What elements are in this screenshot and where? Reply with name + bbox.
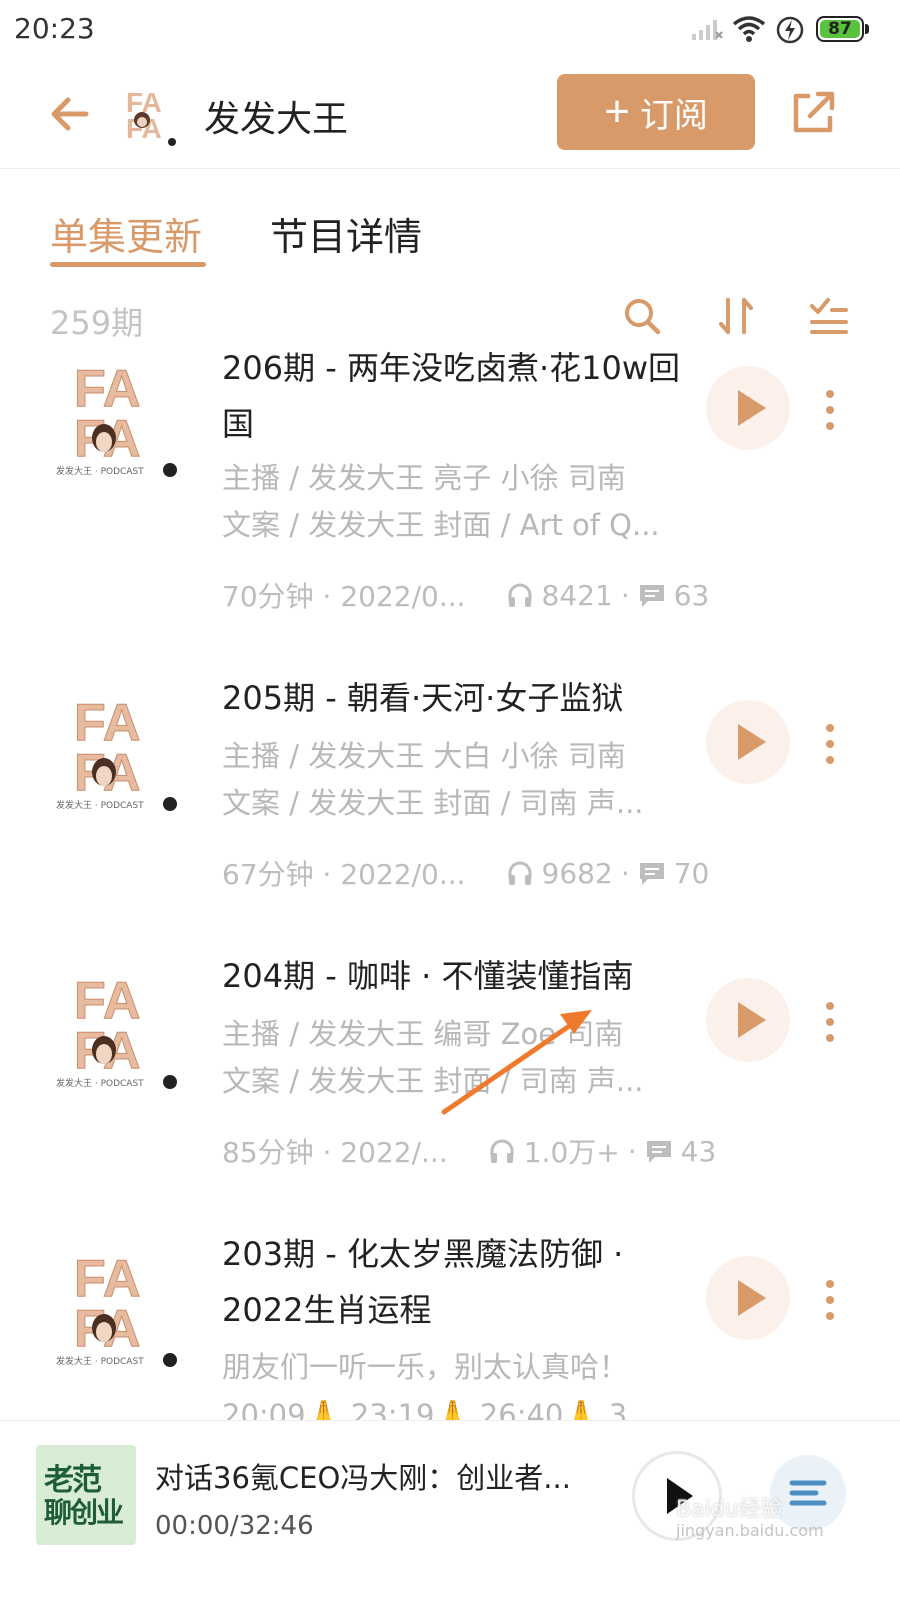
episode-title[interactable]: 203期 - 化太岁黑魔法防御 · 2022生肖运程 bbox=[222, 1226, 682, 1338]
sort-icon[interactable] bbox=[714, 294, 758, 338]
episode-duration-date: 67分钟 · 2022/0... bbox=[222, 858, 466, 891]
podcast-logo: FA FA bbox=[116, 82, 182, 148]
wifi-icon bbox=[732, 16, 766, 42]
episode-comments: 63 bbox=[673, 578, 710, 612]
episode-desc-line2: 文案 / 发发大王 封面 / 司南 声... bbox=[222, 786, 644, 820]
charging-icon bbox=[776, 16, 804, 44]
search-icon[interactable] bbox=[620, 294, 664, 338]
episode-title[interactable]: 204期 - 咖啡 · 不懂装懂指南 bbox=[222, 948, 682, 1004]
cover-caption: 发发大王 · PODCAST bbox=[56, 467, 144, 477]
back-arrow-icon[interactable] bbox=[46, 90, 94, 138]
more-options-icon[interactable] bbox=[818, 388, 842, 432]
watermark-logo: Baidu经验 bbox=[676, 1497, 783, 1522]
episode-desc-line1: 主播 / 发发大王 大白 小徐 司南 bbox=[222, 739, 626, 773]
comment-icon bbox=[639, 585, 664, 607]
battery-level: 87 bbox=[820, 20, 860, 38]
episode-desc-line2: 文案 / 发发大王 封面 / 司南 声... bbox=[222, 1064, 644, 1098]
cover-title-line2: 聊创业 bbox=[44, 1496, 124, 1529]
episode-meta: 85分钟 · 2022/... 1.0万+ · 43 bbox=[222, 1131, 716, 1171]
episode-desc-line1: 朋友们一听一乐，别太认真哈！ bbox=[222, 1350, 629, 1384]
subscribe-button[interactable]: + 订阅 bbox=[557, 74, 755, 150]
episode-title[interactable]: 205期 - 朝看·天河·女子监狱 bbox=[222, 670, 682, 726]
batch-select-icon[interactable] bbox=[806, 294, 850, 338]
now-playing-time: 00:00/32:46 bbox=[155, 1511, 314, 1541]
page-title: 发发大王 bbox=[204, 99, 349, 140]
headphones-icon bbox=[508, 583, 532, 607]
episode-desc-line2: 文案 / 发发大王 封面 / Art of Q... bbox=[222, 508, 660, 542]
episode-desc-line2: 20:09🙏 23:19🙏 26:40🙏 3... bbox=[222, 1398, 655, 1420]
comment-icon bbox=[639, 863, 664, 885]
mini-player[interactable]: 老范 聊创业 对话36氪CEO冯大刚：创业者... 00:00/32:46 Ba… bbox=[0, 1420, 900, 1601]
episode-cover: FA FA 发发大王 · PODCAST bbox=[56, 688, 180, 812]
cover-caption: 发发大王 · PODCAST bbox=[56, 1079, 144, 1089]
episode-desc-line1: 主播 / 发发大王 编哥 Zoe 司南 bbox=[222, 1017, 624, 1051]
episode-meta: 67分钟 · 2022/0... 9682 · 70 bbox=[222, 853, 709, 893]
watermark-url: jingyan.baidu.com bbox=[676, 1521, 824, 1540]
episode-plays: 9682 bbox=[541, 856, 613, 890]
play-icon bbox=[738, 1280, 766, 1316]
comment-icon bbox=[646, 1141, 671, 1163]
share-icon[interactable] bbox=[790, 90, 836, 136]
episode-comments: 70 bbox=[673, 856, 710, 890]
episode-meta: 70分钟 · 2022/0... 8421 · 63 bbox=[222, 575, 709, 615]
subscribe-label: 订阅 bbox=[639, 96, 708, 135]
play-button[interactable] bbox=[706, 978, 790, 1062]
signal-icon bbox=[692, 20, 723, 40]
tab-bar: 单集更新 节目详情 bbox=[0, 200, 900, 270]
plus-icon: + bbox=[604, 87, 630, 136]
headphones-icon bbox=[490, 1139, 514, 1163]
episode-count: 259期 bbox=[50, 304, 144, 342]
play-button[interactable] bbox=[706, 1256, 790, 1340]
episode-cover: FA FA 发发大王 · PODCAST bbox=[56, 354, 180, 478]
episode-duration-date: 85分钟 · 2022/... bbox=[222, 1136, 448, 1169]
headphones-icon bbox=[508, 861, 532, 885]
play-icon bbox=[738, 724, 766, 760]
now-playing-cover: 老范 聊创业 bbox=[36, 1445, 136, 1545]
play-icon bbox=[738, 1002, 766, 1038]
cover-caption: 发发大王 · PODCAST bbox=[56, 1357, 144, 1367]
episode-cover: FA FA 发发大王 · PODCAST bbox=[56, 1244, 180, 1368]
episode-plays: 1.0万+ bbox=[523, 1136, 620, 1169]
more-options-icon[interactable] bbox=[818, 1000, 842, 1044]
more-options-icon[interactable] bbox=[818, 722, 842, 766]
episode-title[interactable]: 206期 - 两年没吃卤煮·花10w回国 bbox=[222, 340, 682, 452]
episode-plays: 8421 bbox=[541, 578, 613, 612]
status-bar: 20:23 87 bbox=[0, 0, 900, 60]
episode-toolbar: 259期 bbox=[0, 290, 900, 346]
tab-episodes[interactable]: 单集更新 bbox=[50, 206, 202, 261]
episode-comments: 43 bbox=[680, 1134, 717, 1168]
now-playing-title[interactable]: 对话36氪CEO冯大刚：创业者... bbox=[155, 1455, 595, 1497]
play-icon bbox=[738, 390, 766, 426]
cover-caption: 发发大王 · PODCAST bbox=[56, 801, 144, 811]
tab-details[interactable]: 节目详情 bbox=[270, 206, 422, 261]
battery-icon: 87 bbox=[816, 16, 872, 44]
play-button[interactable] bbox=[706, 700, 790, 784]
more-options-icon[interactable] bbox=[818, 1278, 842, 1322]
status-time: 20:23 bbox=[14, 12, 95, 45]
episode-duration-date: 70分钟 · 2022/0... bbox=[222, 580, 466, 613]
episode-cover: FA FA 发发大王 · PODCAST bbox=[56, 966, 180, 1090]
active-tab-indicator bbox=[50, 262, 206, 267]
play-button[interactable] bbox=[706, 366, 790, 450]
top-bar: FA FA 发发大王 + 订阅 bbox=[0, 62, 900, 169]
episode-desc-line1: 主播 / 发发大王 亮子 小徐 司南 bbox=[222, 461, 626, 495]
